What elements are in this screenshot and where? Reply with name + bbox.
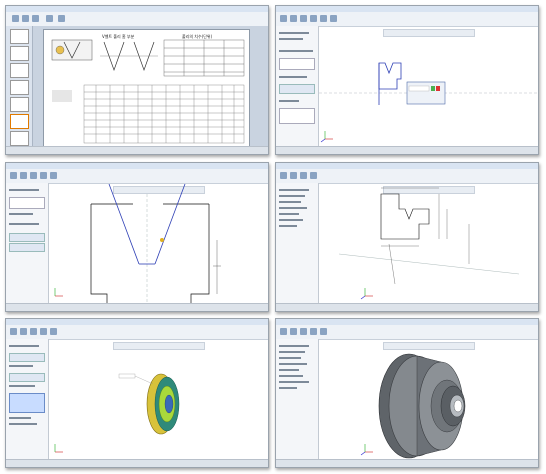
slide-thumbnail[interactable] bbox=[10, 131, 29, 146]
command-manager[interactable] bbox=[6, 325, 268, 340]
ribbon-icon[interactable] bbox=[32, 15, 39, 22]
selected-contours-box[interactable] bbox=[9, 393, 45, 413]
feature-tree[interactable] bbox=[276, 339, 319, 460]
slide-thumbnail[interactable] bbox=[10, 97, 29, 112]
sketch-tool-icon[interactable] bbox=[280, 172, 287, 179]
extrude-icon[interactable] bbox=[280, 328, 287, 335]
slide-thumbnail-pane[interactable] bbox=[6, 26, 33, 147]
ribbon-icon[interactable] bbox=[22, 15, 29, 22]
ribbon-icon[interactable] bbox=[58, 15, 65, 22]
command-manager[interactable] bbox=[6, 169, 268, 184]
slide-thumbnail[interactable] bbox=[10, 80, 29, 95]
slide-thumbnail[interactable] bbox=[10, 63, 29, 78]
solidworks-window-revolve bbox=[5, 318, 269, 468]
dimension-dialog[interactable] bbox=[406, 81, 446, 105]
status-bar bbox=[6, 303, 268, 311]
command-manager[interactable] bbox=[276, 12, 538, 27]
graphics-area[interactable] bbox=[49, 184, 267, 305]
groove-line-left[interactable] bbox=[108, 184, 140, 265]
chamfer-icon[interactable] bbox=[320, 328, 327, 335]
line-tool-icon[interactable] bbox=[20, 172, 27, 179]
loft-icon[interactable] bbox=[40, 328, 47, 335]
triad-icon bbox=[54, 288, 63, 297]
dimension-input[interactable] bbox=[408, 85, 430, 92]
rectangle-tool-icon[interactable] bbox=[300, 172, 307, 179]
graphics-area[interactable] bbox=[319, 184, 537, 303]
property-manager[interactable] bbox=[6, 183, 49, 304]
solidworks-window-dimensions bbox=[275, 162, 539, 312]
property-manager[interactable] bbox=[276, 26, 319, 147]
cursor-icon bbox=[160, 238, 164, 242]
status-bar bbox=[6, 146, 268, 154]
graphics-area[interactable] bbox=[319, 340, 537, 459]
triad-icon bbox=[360, 288, 373, 300]
options-box[interactable] bbox=[279, 108, 315, 124]
cut-icon[interactable] bbox=[300, 328, 307, 335]
command-manager[interactable] bbox=[276, 169, 538, 184]
ribbon[interactable] bbox=[6, 12, 268, 27]
triad-icon bbox=[54, 444, 63, 453]
sketch-tool-icon[interactable] bbox=[10, 172, 17, 179]
profile-outline-left[interactable] bbox=[90, 204, 108, 304]
existing-relations-box[interactable] bbox=[9, 197, 45, 209]
ok-check-icon[interactable] bbox=[431, 86, 435, 91]
angle-callout[interactable] bbox=[118, 373, 136, 379]
graphics-area[interactable] bbox=[49, 340, 267, 459]
extrude-icon[interactable] bbox=[10, 328, 17, 335]
triad-icon bbox=[320, 131, 333, 143]
dimensioned-profile[interactable] bbox=[380, 193, 430, 240]
line-tool-icon[interactable] bbox=[290, 172, 297, 179]
slide-drawing bbox=[51, 39, 245, 144]
profile-outline-right[interactable] bbox=[190, 204, 210, 304]
cancel-x-icon[interactable] bbox=[436, 86, 440, 91]
rectangle-tool-icon[interactable] bbox=[300, 15, 307, 22]
slide-thumbnail[interactable] bbox=[10, 29, 29, 44]
revolve-preview-model[interactable] bbox=[146, 373, 180, 435]
command-manager[interactable] bbox=[276, 325, 538, 340]
parameter-field[interactable] bbox=[279, 84, 315, 94]
fillet-icon[interactable] bbox=[310, 328, 317, 335]
revolve-icon[interactable] bbox=[20, 328, 27, 335]
trim-tool-icon[interactable] bbox=[50, 172, 57, 179]
revolve-icon[interactable] bbox=[290, 328, 297, 335]
ribbon-icon[interactable] bbox=[12, 15, 19, 22]
slide-thumbnail-selected[interactable] bbox=[10, 114, 29, 129]
feature-tree[interactable] bbox=[276, 183, 319, 304]
solidworks-window-sketch bbox=[275, 5, 539, 155]
solidworks-window-zoom bbox=[5, 162, 269, 312]
sweep-icon[interactable] bbox=[30, 328, 37, 335]
slide-thumbnail[interactable] bbox=[10, 46, 29, 61]
parameter-field[interactable] bbox=[9, 233, 45, 242]
powerpoint-window: V벨트 풀리 홈 부분 풀리의 치수(단위) bbox=[5, 5, 269, 155]
dimension-tool-icon[interactable] bbox=[310, 172, 317, 179]
rectangle-tool-icon[interactable] bbox=[30, 172, 37, 179]
property-manager[interactable] bbox=[6, 339, 49, 460]
triad-icon bbox=[360, 444, 373, 456]
status-bar bbox=[276, 303, 538, 311]
slide-canvas: V벨트 풀리 홈 부분 풀리의 치수(단위) bbox=[33, 26, 268, 149]
pulley-model[interactable] bbox=[378, 353, 466, 459]
status-bar bbox=[276, 146, 538, 154]
profile-sketch[interactable] bbox=[378, 62, 402, 90]
graphics-area[interactable] bbox=[319, 27, 538, 146]
groove-line-right[interactable] bbox=[154, 184, 186, 265]
solidworks-window-model bbox=[275, 318, 539, 468]
relation-field[interactable] bbox=[279, 58, 315, 70]
dimension-tool-icon[interactable] bbox=[330, 15, 337, 22]
axis-field[interactable] bbox=[9, 353, 45, 362]
ribbon-icon[interactable] bbox=[46, 15, 53, 22]
circle-tool-icon[interactable] bbox=[40, 172, 47, 179]
slide[interactable]: V벨트 풀리 홈 부분 풀리의 치수(단위) bbox=[43, 29, 250, 149]
axis-line bbox=[338, 253, 520, 275]
status-bar bbox=[6, 459, 268, 467]
parameter-field[interactable] bbox=[9, 243, 45, 252]
direction-field[interactable] bbox=[9, 373, 45, 382]
sketch-tool-icon[interactable] bbox=[280, 15, 287, 22]
status-bar bbox=[276, 459, 538, 467]
line-tool-icon[interactable] bbox=[290, 15, 297, 22]
arc-tool-icon[interactable] bbox=[320, 15, 327, 22]
fillet-icon[interactable] bbox=[50, 328, 57, 335]
circle-tool-icon[interactable] bbox=[310, 15, 317, 22]
